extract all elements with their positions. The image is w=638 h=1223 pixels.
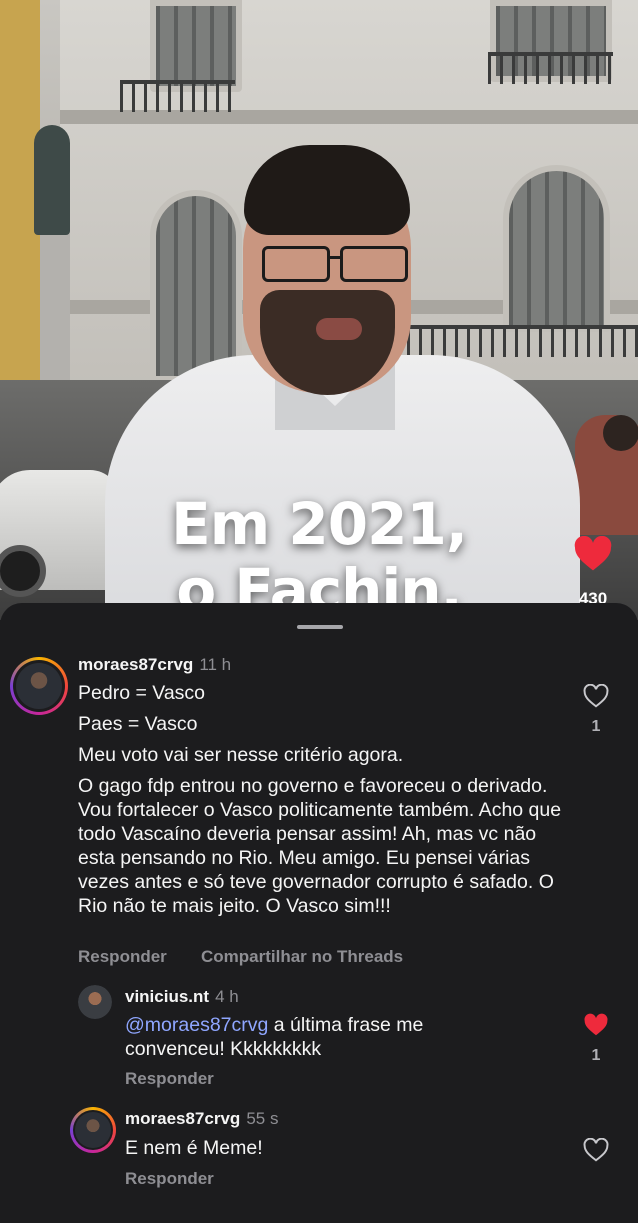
speaker-hair	[244, 145, 410, 235]
video-caption-line: Em 2021,	[171, 490, 468, 558]
avatar[interactable]	[70, 1107, 116, 1153]
building-cornice	[60, 110, 638, 124]
comments-sheet: moraes87crvg 11 h Pedro = Vasco Paes = Va…	[0, 603, 638, 1223]
comment-text: @moraes87crvg a última frase me convence…	[125, 1013, 485, 1061]
arched-window	[503, 165, 610, 332]
reply-button[interactable]: Responder	[78, 947, 167, 967]
comment-like-count: 1	[591, 1047, 601, 1064]
glasses-lens	[340, 246, 408, 282]
user-mention-link[interactable]: @moraes87crvg	[125, 1014, 268, 1036]
comment-time: 55 s	[246, 1109, 279, 1128]
comment-time: 11 h	[199, 655, 232, 674]
balcony-railing	[395, 325, 638, 357]
heart-outline-icon[interactable]	[582, 1136, 610, 1164]
heart-filled-icon[interactable]	[573, 534, 613, 574]
comment-paragraph: O gago fdp entrou no governo e favoreceu…	[78, 775, 562, 917]
comment-text: Pedro = Vasco Paes = Vasco Meu voto vai …	[78, 681, 568, 925]
arched-window	[150, 190, 242, 382]
heart-outline-icon[interactable]	[582, 682, 610, 710]
window	[150, 0, 242, 92]
reply-button[interactable]: Responder	[125, 1169, 214, 1189]
comment-username[interactable]: moraes87crvg 55 s	[125, 1109, 278, 1129]
comment-paragraph: Pedro = Vasco	[78, 682, 206, 704]
balcony-railing	[488, 52, 613, 84]
balcony-railing	[120, 80, 235, 112]
avatar[interactable]	[78, 985, 112, 1019]
comment-username[interactable]: vinicius.nt 4 h	[125, 987, 239, 1007]
comment-paragraph: Paes = Vasco	[78, 713, 198, 735]
heart-filled-icon[interactable]	[582, 1011, 610, 1039]
video-player[interactable]: Em 2021, o Fachin, 430	[0, 0, 638, 620]
glasses-bridge	[328, 256, 342, 259]
background-person-head	[603, 415, 638, 451]
speaker-mouth	[316, 318, 362, 340]
comment-paragraph: Meu voto vai ser nesse critério agora.	[78, 744, 404, 766]
share-threads-button[interactable]: Compartilhar no Threads	[201, 947, 403, 967]
avatar[interactable]	[10, 657, 68, 715]
glasses-lens	[262, 246, 330, 282]
comment-text: E nem é Meme!	[125, 1137, 263, 1159]
reply-button[interactable]: Responder	[125, 1069, 214, 1089]
comment-time: 4 h	[215, 987, 239, 1006]
sheet-grabber[interactable]	[297, 625, 343, 629]
comment-username[interactable]: moraes87crvg 11 h	[78, 655, 231, 675]
statue	[34, 125, 70, 235]
comment-like-count: 1	[591, 718, 601, 735]
